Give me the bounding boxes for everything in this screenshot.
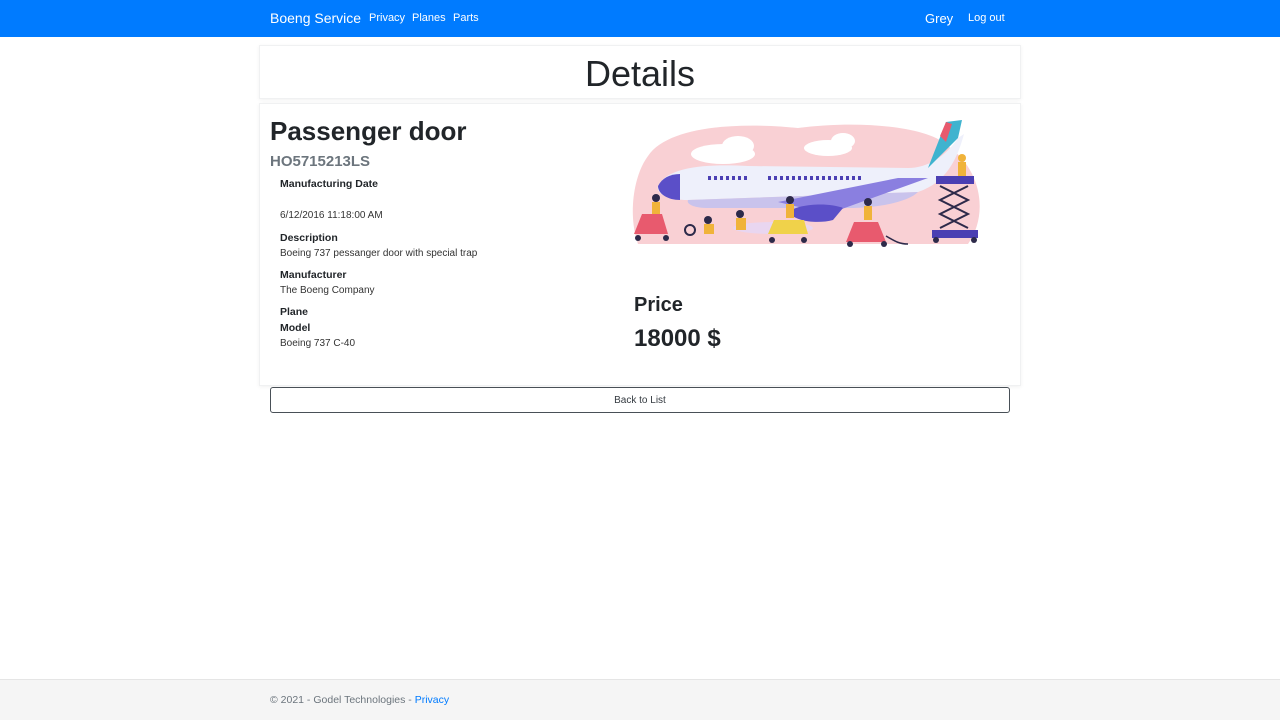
manufacturing-date-label: Manufacturing Date (280, 178, 379, 190)
footer: © 2021 - Godel Technologies - Privacy (0, 679, 1280, 720)
copyright-text: © 2021 - Godel Technologies - (270, 694, 415, 706)
logout-link[interactable]: Log out (968, 12, 1005, 24)
nav-link-privacy[interactable]: Privacy (369, 12, 405, 24)
price-label: Price (634, 294, 683, 316)
description-label: Description (280, 232, 338, 244)
user-name-link[interactable]: Grey (925, 11, 953, 26)
nav-link-parts[interactable]: Parts (453, 12, 479, 24)
navbar-container: Boeng Service Privacy Planes Parts Grey … (270, 0, 1010, 37)
part-code: HO5715213LS (270, 153, 371, 170)
price-value: 18000 $ (634, 325, 721, 352)
airplane-maintenance-illustration (632, 120, 980, 247)
footer-privacy-link[interactable]: Privacy (415, 694, 449, 706)
manufacturing-date-value: 6/12/2016 11:18:00 AM (280, 210, 383, 221)
brand-link[interactable]: Boeng Service (270, 10, 361, 26)
back-to-list-button[interactable]: Back to List (270, 387, 1010, 413)
footer-text: © 2021 - Godel Technologies - Privacy (270, 694, 449, 706)
nav-link-planes[interactable]: Planes (412, 12, 446, 24)
plane-model-label: Plane Model (280, 306, 311, 334)
part-name: Passenger door (270, 116, 467, 146)
description-value: Boeing 737 pessanger door with special t… (280, 248, 478, 259)
plane-model-value: Boeing 737 C-40 (280, 338, 356, 349)
manufacturer-label: Manufacturer (280, 269, 347, 281)
top-navbar: Boeng Service Privacy Planes Parts Grey … (0, 0, 1280, 37)
manufacturer-value: The Boeng Company (280, 285, 375, 296)
page-title: Details (584, 53, 696, 94)
title-card: Details (259, 45, 1021, 99)
